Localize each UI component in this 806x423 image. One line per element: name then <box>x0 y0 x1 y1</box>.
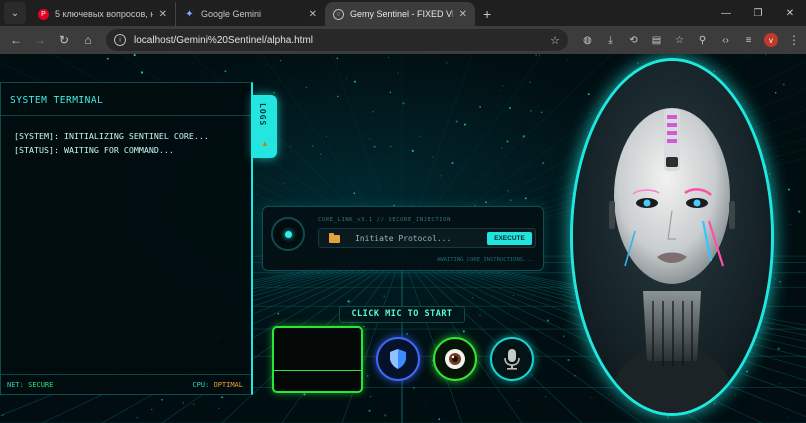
gemini-icon: ✦ <box>185 8 194 20</box>
net-status: NET: SECURE <box>7 381 53 389</box>
tab-strip: ⌄ P 5 ключевых вопросов, на кот ✕ ✦ Goog… <box>0 0 806 26</box>
media-icon[interactable]: ≡ <box>737 35 760 46</box>
pinterest-icon: P <box>38 8 49 20</box>
menu-dots-icon[interactable]: ⋮ <box>782 28 806 52</box>
shield-button[interactable] <box>376 337 420 381</box>
cpu-status: CPU: OPTIMAL <box>192 381 243 389</box>
protocol-input[interactable] <box>355 232 483 245</box>
back-arrow-icon[interactable]: ← <box>4 28 28 52</box>
core-link-label: CORE_LINK_v3.1 // SECURE_INJECTION <box>318 217 451 223</box>
close-icon[interactable]: ✕ <box>159 9 167 20</box>
terminal-output: [SYSTEM]: INITIALIZING SENTINEL CORE... … <box>14 129 209 157</box>
shield-icon <box>390 349 406 369</box>
tab-label: Gemy Sentinel - FIXED VERSION <box>350 9 453 19</box>
execute-button[interactable]: EXECUTE <box>487 232 532 245</box>
download-icon[interactable]: ⤓ <box>599 35 622 46</box>
terminal-line: [SYSTEM]: INITIALIZING SENTINEL CORE... <box>14 131 209 141</box>
core-link-panel: CORE_LINK_v3.1 // SECURE_INJECTION EXECU… <box>262 206 544 271</box>
window-controls: — ❐ ✕ <box>710 0 806 26</box>
history-icon[interactable]: ⟲ <box>622 35 645 46</box>
forward-arrow-icon[interactable]: → <box>28 28 52 52</box>
core-orb-indicator <box>271 217 305 251</box>
bookmarks-icon[interactable]: ☆ <box>668 35 691 46</box>
ai-avatar-portrait <box>570 58 774 416</box>
close-icon[interactable]: ✕ <box>309 9 317 20</box>
profile-avatar[interactable]: v <box>764 33 778 47</box>
divider <box>1 115 251 116</box>
tab-label: Google Gemini <box>201 9 262 19</box>
reload-icon[interactable]: ↻ <box>52 28 76 52</box>
address-bar[interactable]: i localhost/Gemini%20Sentinel/alpha.html… <box>106 29 568 51</box>
new-tab-button[interactable]: + <box>483 6 491 22</box>
minimize-icon[interactable]: — <box>710 0 742 26</box>
sentinel-page: SYSTEM TERMINAL [SYSTEM]: INITIALIZING S… <box>0 54 806 423</box>
code-icon[interactable]: ‹› <box>714 35 737 46</box>
browser-toolbar: ← → ↻ ⌂ i localhost/Gemini%20Sentinel/al… <box>0 26 806 54</box>
preview-divider <box>274 370 361 371</box>
home-icon[interactable]: ⌂ <box>76 28 100 52</box>
close-icon[interactable]: ✕ <box>459 9 467 20</box>
globe-icon: ○ <box>333 8 344 20</box>
cpu-value: OPTIMAL <box>213 381 243 389</box>
mic-hint-banner: CLICK MIC TO START <box>339 306 465 323</box>
microphone-icon <box>504 349 520 370</box>
terminal-title: SYSTEM TERMINAL <box>10 95 104 106</box>
android-face-image <box>573 61 771 413</box>
vision-button[interactable] <box>433 337 477 381</box>
logs-label: LOGS <box>258 103 267 127</box>
status-dot <box>285 231 292 238</box>
microphone-button[interactable] <box>490 337 534 381</box>
command-input-row: EXECUTE <box>318 228 536 248</box>
toolbar-icons: ◍ ⤓ ⟲ ▤ ☆ ⚲ ‹› ≡ <box>576 35 760 46</box>
net-label: NET: <box>7 381 24 389</box>
eye-icon <box>445 349 465 369</box>
tab-search-button[interactable]: ⌄ <box>4 2 26 24</box>
system-terminal: SYSTEM TERMINAL [SYSTEM]: INITIALIZING S… <box>0 82 253 395</box>
tab-pinterest[interactable]: P 5 ключевых вопросов, на кот ✕ <box>30 2 175 26</box>
core-status-text: AWAITING_CORE_INSTRUCTIONS... <box>436 257 533 263</box>
chevron-down-icon: ⌄ <box>10 7 20 19</box>
arrow-icon: ▲ <box>261 139 269 148</box>
folder-icon[interactable] <box>329 233 340 243</box>
logs-toggle-tab[interactable]: LOGS ▲ <box>253 95 277 158</box>
close-window-icon[interactable]: ✕ <box>774 0 806 26</box>
cpu-label: CPU: <box>192 381 210 389</box>
url-text: localhost/Gemini%20Sentinel/alpha.html <box>134 34 313 46</box>
incognito-icon[interactable]: ◍ <box>576 35 599 46</box>
tab-google-gemini[interactable]: ✦ Google Gemini ✕ <box>175 2 325 26</box>
terminal-line: [STATUS]: WAITING FOR COMMAND... <box>14 145 174 155</box>
terminal-footer: NET: SECURE CPU: OPTIMAL <box>1 374 251 394</box>
restore-icon[interactable]: ❐ <box>742 0 774 26</box>
net-value: SECURE <box>28 381 54 389</box>
tab-label: 5 ключевых вопросов, на кот <box>55 9 153 19</box>
tab-gemy-sentinel[interactable]: ○ Gemy Sentinel - FIXED VERSION ✕ <box>325 2 475 26</box>
location-pin-icon[interactable]: ⚲ <box>691 35 714 46</box>
site-info-icon[interactable]: i <box>114 34 126 46</box>
bookmark-star-icon[interactable]: ☆ <box>550 34 560 47</box>
camera-preview <box>272 326 363 393</box>
reading-list-icon[interactable]: ▤ <box>645 35 668 46</box>
